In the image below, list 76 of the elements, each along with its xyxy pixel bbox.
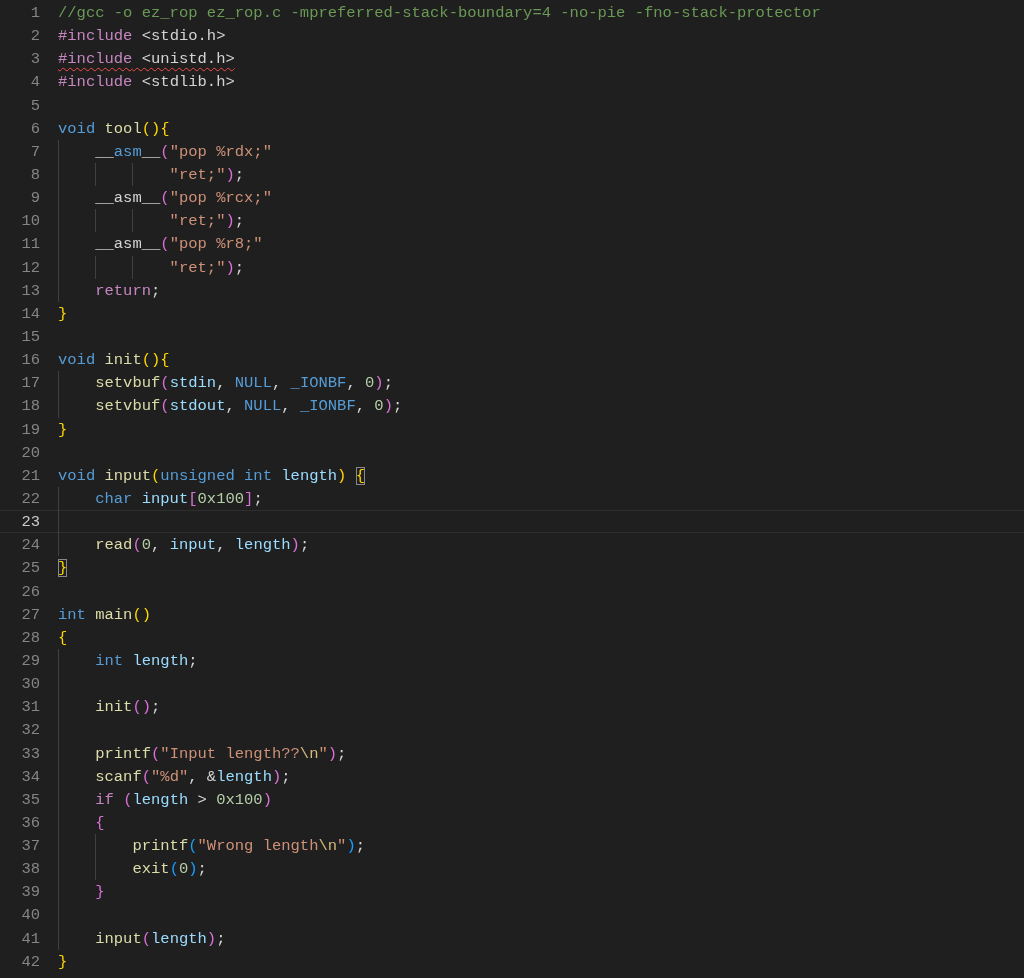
code-line: } (58, 420, 68, 439)
line-number: 3 (29, 49, 40, 70)
code-line: } (58, 559, 68, 578)
line-number: 41 (20, 928, 40, 949)
line-number: 22 (20, 488, 40, 510)
code-line: } (58, 304, 68, 323)
line-number: 10 (20, 211, 40, 232)
code-line: if (length > 0x100) (94, 790, 272, 809)
line-number: 6 (29, 118, 40, 139)
code-line: exit(0); (131, 860, 207, 879)
code-line: //gcc -o ez_rop ez_rop.c -mpreferred-stack-boundary=4 -no-pie -fno-stack-protector (58, 4, 821, 22)
line-number: 9 (29, 188, 40, 209)
code-line: void input(unsigned int length) { (58, 466, 365, 485)
code-line: { (94, 813, 105, 832)
line-number: 37 (20, 836, 40, 857)
line-number: 39 (20, 882, 40, 903)
line-number: 5 (29, 95, 40, 116)
line-number: 35 (20, 789, 40, 810)
code-line: printf("Wrong length\n"); (131, 837, 365, 856)
code-line: int main() (58, 605, 152, 624)
line-number: 25 (20, 558, 40, 579)
line-number: 36 (20, 812, 40, 834)
code-line: int length; (94, 651, 198, 670)
code-line: __asm__("pop %rcx;" (94, 189, 272, 208)
code-line-with-error-squiggle: #include <unistd.h> (58, 50, 235, 69)
code-line: "ret;"); (168, 258, 245, 277)
code-line: #include <stdlib.h> (58, 73, 235, 92)
line-number: 4 (29, 72, 40, 93)
code-line: char input[0x100]; (94, 489, 263, 508)
line-number: 18 (20, 396, 40, 417)
line-number: 2 (29, 26, 40, 47)
code-line: { (58, 628, 68, 647)
line-number: 24 (20, 535, 40, 556)
line-number: 19 (20, 419, 40, 440)
line-number: 14 (20, 303, 40, 324)
code-line: __asm__("pop %rdx;" (94, 142, 272, 161)
code-line: printf("Input length??\n"); (94, 744, 347, 763)
line-number: 32 (20, 720, 40, 741)
line-number: 30 (20, 674, 40, 695)
line-number: 13 (20, 280, 40, 301)
code-line: setvbuf(stdin, NULL, _IONBF, 0); (94, 374, 393, 393)
line-number: 27 (20, 604, 40, 625)
line-number: 34 (20, 766, 40, 787)
code-line: setvbuf(stdout, NULL, _IONBF, 0); (94, 397, 403, 416)
line-number: 23 (20, 512, 40, 533)
line-number: 31 (20, 697, 40, 718)
code-line: "ret;"); (168, 212, 245, 231)
code-line: __asm__("pop %r8;" (94, 235, 263, 254)
code-line: #include <stdio.h> (58, 27, 226, 46)
line-number: 21 (20, 465, 40, 486)
line-number: 40 (20, 905, 40, 926)
line-number: 15 (20, 326, 40, 348)
code-line: return; (94, 281, 161, 300)
line-number: 16 (20, 350, 40, 371)
code-line: input(length); (94, 929, 226, 948)
line-number: 29 (20, 650, 40, 672)
code-line: init(); (94, 698, 161, 717)
line-number: 8 (29, 165, 40, 186)
code-line: scanf("%d", &length); (94, 767, 291, 786)
line-number: 20 (20, 442, 40, 463)
code-line: } (94, 883, 105, 902)
line-number: 11 (20, 234, 40, 255)
line-number: 26 (20, 581, 40, 602)
line-number: 1 (29, 3, 40, 24)
code-line: void tool(){ (58, 119, 170, 138)
code-line: } (58, 952, 68, 971)
line-number: 42 (20, 951, 40, 972)
line-number: 38 (20, 859, 40, 880)
line-number: 33 (20, 743, 40, 764)
code-line: void init(){ (58, 351, 170, 370)
code-line: read(0, input, length); (94, 536, 310, 555)
line-number: 12 (20, 257, 40, 278)
line-number: 28 (20, 627, 40, 648)
line-number: 17 (20, 373, 40, 394)
line-number: 7 (29, 141, 40, 162)
code-line: "ret;"); (168, 166, 245, 184)
